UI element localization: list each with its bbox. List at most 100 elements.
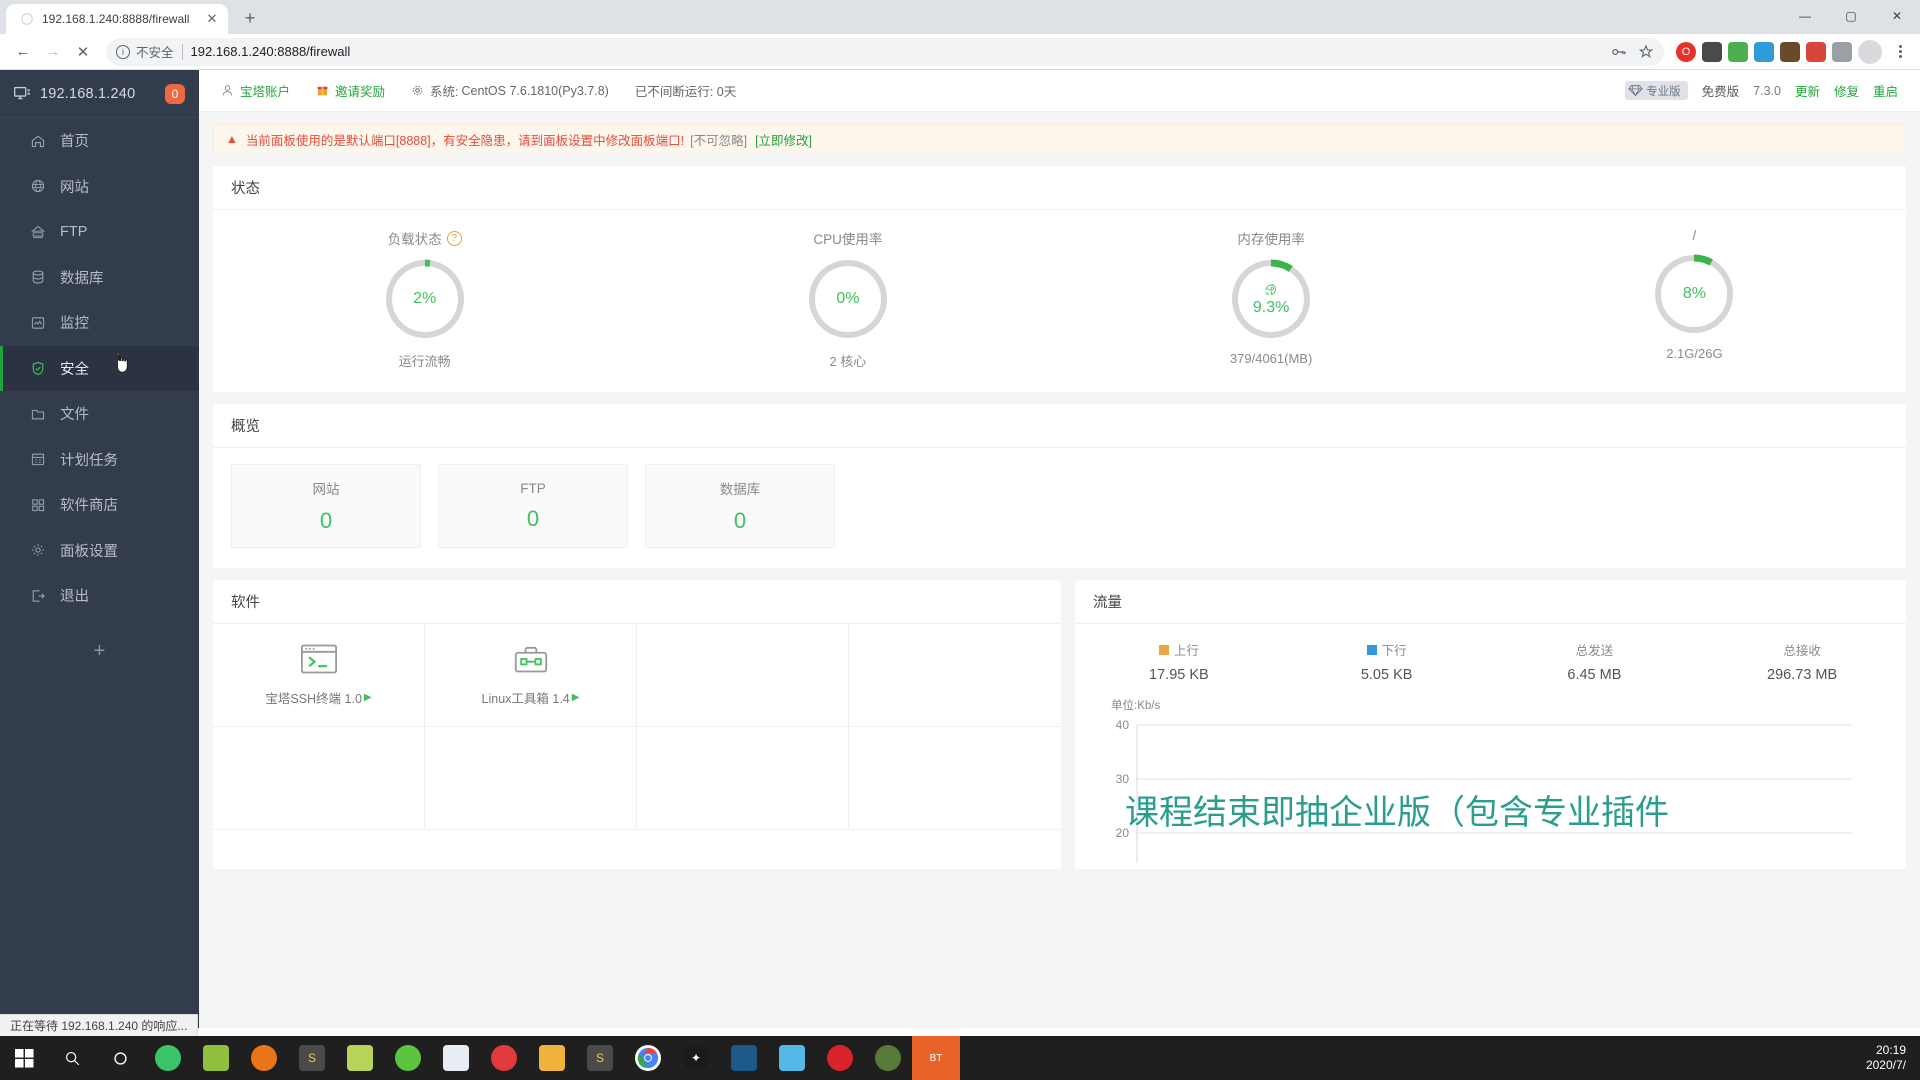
- repair-button[interactable]: 修复: [1834, 81, 1859, 100]
- new-tab-button[interactable]: +: [236, 4, 264, 32]
- taskbar-app-flash[interactable]: [384, 1036, 432, 1080]
- gauge-load: 负载状态 ? 2% 运行流畅: [213, 228, 636, 370]
- gauge-subtext: 2.1G/26G: [1666, 346, 1722, 361]
- chart-unit-label: 单位:Kb/s: [1111, 697, 1886, 713]
- software-cell-empty: [637, 624, 849, 727]
- taskbar-clock[interactable]: 20:19 2020/7/: [1866, 1043, 1920, 1073]
- overview-count: 0: [320, 508, 332, 534]
- shield-icon: [30, 360, 52, 377]
- sidebar-item-database[interactable]: 数据库: [0, 255, 199, 301]
- system-gear-icon: [411, 84, 424, 97]
- traffic-stat-total-received: 总接收 296.73 MB: [1698, 640, 1906, 683]
- sidebar-item-settings[interactable]: 面板设置: [0, 528, 199, 574]
- panel-topbar: 宝塔账户 邀请奖励 系统: CentOS 7.6.1810(Py3.7.8): [199, 70, 1920, 112]
- overview-count: 0: [734, 508, 746, 534]
- profile-avatar[interactable]: [1858, 40, 1882, 64]
- diamond-icon: [1628, 84, 1643, 97]
- play-icon[interactable]: ▶: [572, 692, 580, 703]
- software-name-wrap: 宝塔SSH终端 1.0 ▶: [265, 688, 371, 707]
- browser-menu-button[interactable]: [1888, 45, 1912, 58]
- key-icon[interactable]: [1610, 43, 1628, 61]
- sidebar-item-files[interactable]: 文件: [0, 391, 199, 437]
- forward-button[interactable]: →: [38, 37, 68, 67]
- restart-button[interactable]: 重启: [1873, 81, 1898, 100]
- user-icon: [221, 84, 234, 97]
- taskbar-app-sublime[interactable]: S: [288, 1036, 336, 1080]
- sidebar-item-security[interactable]: 安全: [0, 346, 199, 392]
- bookmark-star-icon[interactable]: [1638, 44, 1654, 60]
- taskbar-app-virtualbox[interactable]: [720, 1036, 768, 1080]
- add-server-button[interactable]: +: [0, 629, 199, 675]
- start-button[interactable]: [0, 1036, 48, 1080]
- tab-favicon-icon: [20, 12, 34, 26]
- software-item-toolbox[interactable]: Linux工具箱 1.4 ▶: [425, 624, 637, 727]
- help-icon[interactable]: ?: [447, 231, 462, 246]
- play-icon[interactable]: ▶: [364, 692, 372, 703]
- taskbar-app-vmware[interactable]: ✦: [672, 1036, 720, 1080]
- puzzle-extension-icon[interactable]: [1832, 42, 1852, 62]
- warning-fix-link[interactable]: [立即修改]: [755, 130, 812, 149]
- pro-version-badge[interactable]: 专业版: [1625, 81, 1688, 100]
- software-item-ssh[interactable]: 宝塔SSH终端 1.0 ▶: [213, 624, 425, 727]
- taskbar-app-foxit[interactable]: [432, 1036, 480, 1080]
- sidebar-item-ftp[interactable]: FTP: [0, 209, 199, 255]
- omnibox-actions: [1610, 43, 1654, 61]
- taskbar-app-bt-panel[interactable]: BT: [912, 1036, 960, 1080]
- sidebar-item-cron[interactable]: 计划任务: [0, 437, 199, 483]
- stop-loading-button[interactable]: ✕: [68, 37, 98, 67]
- traffic-stat-download: 下行 5.05 KB: [1283, 640, 1491, 683]
- note-extension-icon[interactable]: [1702, 42, 1722, 62]
- sidebar-item-website[interactable]: 网站: [0, 164, 199, 210]
- overview-box-website[interactable]: 网站 0: [231, 464, 421, 548]
- cortana-icon[interactable]: [96, 1036, 144, 1080]
- overview-box-database[interactable]: 数据库 0: [645, 464, 835, 548]
- sidebar-item-appstore[interactable]: 软件商店: [0, 482, 199, 528]
- legend-swatch-download: [1367, 645, 1377, 655]
- taskbar-app-explorer[interactable]: [528, 1036, 576, 1080]
- gauge-ring: 9.3%: [1229, 257, 1313, 341]
- taskbar-app-gallery[interactable]: [336, 1036, 384, 1080]
- taskbar-app-sublime2[interactable]: S: [576, 1036, 624, 1080]
- traffic-card-title: 流量: [1075, 580, 1906, 624]
- security-status-label: 不安全: [136, 42, 174, 61]
- overview-box-ftp[interactable]: FTP 0: [438, 464, 628, 548]
- minimize-button[interactable]: —: [1782, 0, 1828, 32]
- opera-extension-icon[interactable]: O: [1676, 42, 1696, 62]
- account-link[interactable]: 宝塔账户: [221, 81, 290, 100]
- gauge-value-wrap: 9.3%: [1229, 257, 1313, 341]
- server-monitor-icon: [14, 86, 31, 101]
- sidebar-item-monitor[interactable]: 监控: [0, 300, 199, 346]
- notification-badge[interactable]: 0: [165, 84, 185, 104]
- update-button[interactable]: 更新: [1795, 81, 1820, 100]
- traffic-chart: 单位:Kb/s 40 30 20 课程结束即抽企业版（包含专业插件: [1075, 689, 1906, 869]
- gauge-ring: 0%: [806, 257, 890, 341]
- invite-reward-link[interactable]: 邀请奖励: [316, 81, 385, 100]
- tab-close-icon[interactable]: ✕: [204, 11, 220, 27]
- sidebar-item-home[interactable]: 首页: [0, 118, 199, 164]
- server-ip-label: 192.168.1.240: [40, 86, 135, 102]
- back-button[interactable]: ←: [8, 37, 38, 67]
- taskbar-app-chrome[interactable]: [624, 1036, 672, 1080]
- maximize-button[interactable]: ▢: [1828, 0, 1874, 32]
- close-window-button[interactable]: ✕: [1874, 0, 1920, 32]
- browser-tab[interactable]: 192.168.1.240:8888/firewall ✕: [6, 4, 228, 34]
- taskbar-app-notepad[interactable]: [192, 1036, 240, 1080]
- taskbar-app-netease[interactable]: [816, 1036, 864, 1080]
- taskbar-app-peacock[interactable]: [864, 1036, 912, 1080]
- taskbar-app-snail[interactable]: [480, 1036, 528, 1080]
- site-info-icon[interactable]: i: [116, 45, 130, 59]
- leaf-extension-icon[interactable]: [1728, 42, 1748, 62]
- gauge-ring: 2%: [383, 257, 467, 341]
- taskbar-search-icon[interactable]: [48, 1036, 96, 1080]
- wallet-extension-icon[interactable]: [1780, 42, 1800, 62]
- shield-extension-icon[interactable]: [1754, 42, 1774, 62]
- sidebar-item-logout[interactable]: 退出: [0, 573, 199, 619]
- windows-taskbar: S S ✦ BT 20:19 2020/7/: [0, 1036, 1920, 1080]
- taskbar-app-bilibili[interactable]: [768, 1036, 816, 1080]
- taskbar-app-everything[interactable]: [240, 1036, 288, 1080]
- taskbar-app-evernote[interactable]: [144, 1036, 192, 1080]
- sidebar-item-label: 首页: [60, 130, 89, 151]
- address-bar[interactable]: i 不安全 192.168.1.240:8888/firewall: [106, 38, 1664, 66]
- svg-text:20: 20: [1116, 826, 1130, 840]
- location-extension-icon[interactable]: [1806, 42, 1826, 62]
